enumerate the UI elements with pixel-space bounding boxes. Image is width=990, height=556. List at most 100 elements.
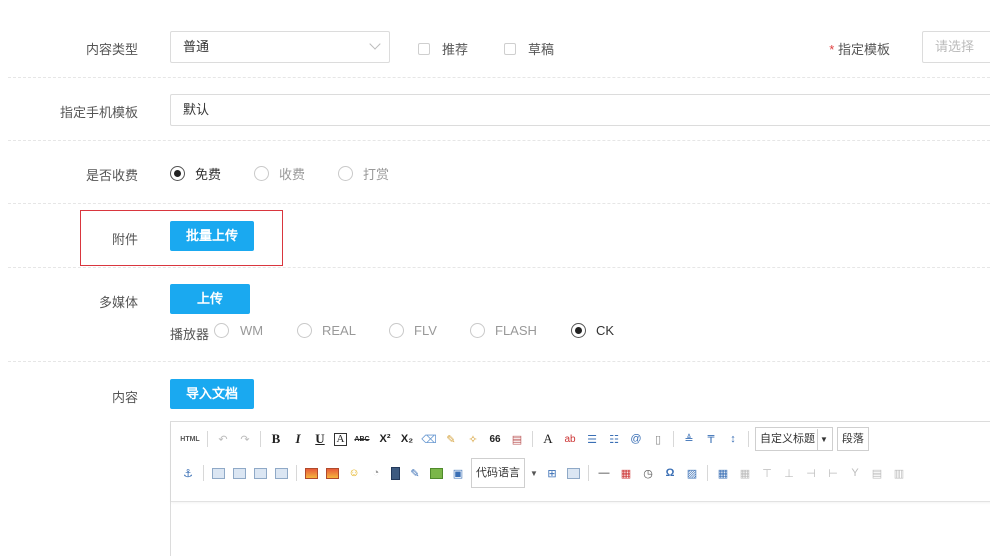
insert-row-icon[interactable]: ⊥ (781, 465, 797, 481)
delete-row-icon[interactable]: ⊣ (803, 465, 819, 481)
snapscreen-icon[interactable]: ▨ (684, 465, 700, 481)
line-height-icon[interactable]: ↕ (725, 431, 741, 447)
chevron-down-icon (369, 38, 381, 50)
insert-frame-icon[interactable]: ▣ (450, 465, 466, 481)
draft-checkbox[interactable]: 草稿 (504, 39, 554, 58)
scrawl-icon[interactable]: ◔ (368, 465, 384, 481)
page-icon[interactable]: ▯ (650, 431, 666, 447)
align-justify-icon[interactable] (275, 467, 288, 479)
toolbar-row-1: HTML ↶ ↷ B I U A ABC X² X₂ ⌫ ✎ ✧ 66 ▤ A … (177, 427, 871, 451)
charge-option-tip[interactable]: 打赏 (338, 164, 389, 183)
paragraph-label: 段落 (841, 433, 864, 445)
rich-text-editor[interactable]: HTML ↶ ↷ B I U A ABC X² X₂ ⌫ ✎ ✧ 66 ▤ A … (170, 421, 990, 556)
player-option-label: FLASH (495, 323, 537, 338)
align-center-icon[interactable] (233, 467, 246, 479)
toolbar-separator (588, 465, 589, 481)
align-left-icon[interactable] (212, 467, 225, 479)
special-chars-button[interactable]: Ω (662, 465, 678, 481)
template-icon[interactable] (567, 467, 580, 479)
content-type-select[interactable]: 普通 (170, 31, 390, 63)
magic-wand-icon[interactable]: ✧ (465, 431, 481, 447)
batch-upload-button[interactable]: 批量上传 (170, 221, 254, 251)
insert-video-icon[interactable] (391, 466, 400, 480)
charge-row (8, 141, 990, 204)
format-brush-icon[interactable]: ✎ (443, 431, 459, 447)
insert-image-icon[interactable] (305, 467, 318, 479)
insert-multi-image-icon[interactable] (326, 467, 339, 479)
mobile-template-label: 指定手机模板 (59, 105, 138, 120)
template-select[interactable]: 请选择 (922, 31, 990, 63)
recommend-checkbox[interactable]: 推荐 (418, 39, 468, 58)
subscript-button[interactable]: X₂ (399, 431, 415, 447)
font-color-button[interactable]: A (540, 431, 556, 447)
paragraph-dropdown[interactable]: 段落 (836, 427, 869, 451)
time-icon[interactable]: ◷ (640, 465, 656, 481)
content-type-label: 内容类型 (85, 42, 138, 57)
radio-icon (254, 166, 269, 181)
highlight-color-icon[interactable]: ab (562, 431, 578, 447)
attachment-icon[interactable]: ✎ (407, 465, 423, 481)
player-label: 播放器 (170, 327, 210, 342)
strikethrough-button[interactable]: ABC (353, 431, 371, 447)
radio-icon (338, 166, 353, 181)
template-label: * 指定模板 (760, 39, 890, 58)
date-icon[interactable]: ▦ (618, 465, 634, 481)
content-type-value: 普通 (183, 39, 210, 54)
toolbar-separator (296, 465, 297, 481)
mobile-template-value: 默认 (183, 102, 210, 117)
anchor-icon[interactable]: ⚓ (180, 465, 196, 481)
font-border-button[interactable]: A (334, 432, 347, 446)
undo-icon[interactable]: ↶ (215, 431, 231, 447)
blockquote-button[interactable]: 66 (487, 431, 503, 447)
unordered-list-icon[interactable]: ☷ (606, 431, 622, 447)
horizontal-rule-button[interactable]: — (596, 465, 612, 481)
radio-icon (297, 323, 312, 338)
delete-table-icon[interactable]: ▦ (737, 465, 753, 481)
delete-col-icon[interactable]: Y (847, 465, 863, 481)
player-option-label: WM (240, 323, 264, 338)
emoticon-icon[interactable]: ☺ (346, 465, 362, 481)
toolbar-separator (207, 431, 208, 447)
dropdown-arrow-icon[interactable]: ▼ (530, 465, 538, 481)
player-option-flv[interactable]: FLV (389, 323, 437, 338)
underline-button[interactable]: U (312, 431, 328, 447)
code-language-dropdown[interactable]: 代码语言 (471, 458, 525, 488)
toolbar-row-2: ⚓ ☺ ◔ ✎ ▣ 代码语言 ▼ ⊞ — ▦ ◷ Ω ▨ ▦ ▦ ⊤ ⊥ ⊣ ⊢… (177, 458, 910, 488)
media-upload-button[interactable]: 上传 (170, 284, 250, 314)
redo-icon[interactable]: ↷ (237, 431, 253, 447)
map-icon[interactable] (430, 467, 443, 479)
row-spacing-bottom-icon[interactable]: ₸ (703, 431, 719, 447)
align-right-icon[interactable] (254, 467, 267, 479)
row-spacing-top-icon[interactable]: ≜ (681, 431, 697, 447)
toolbar-separator (260, 431, 261, 447)
charge-option-label: 免费 (195, 167, 222, 182)
custom-heading-dropdown[interactable]: 自定义标题 ▼ (755, 427, 833, 451)
page-break-icon[interactable]: ⊞ (544, 465, 560, 481)
player-option-real[interactable]: REAL (297, 323, 356, 338)
italic-button[interactable]: I (290, 431, 306, 447)
eraser-icon[interactable]: ⌫ (421, 431, 437, 447)
charge-option-paid[interactable]: 收费 (254, 164, 305, 183)
editor-content-area[interactable] (171, 502, 990, 556)
template-placeholder: 请选择 (935, 39, 975, 54)
mobile-template-input[interactable]: 默认 (170, 94, 990, 126)
insert-paragraph-before-table-icon[interactable]: ⊤ (759, 465, 775, 481)
bold-button[interactable]: B (268, 431, 284, 447)
paste-text-icon[interactable]: ▤ (509, 431, 525, 447)
radio-icon (214, 323, 229, 338)
html-source-button[interactable]: HTML (180, 431, 200, 447)
merge-cells-icon[interactable]: ▤ (869, 465, 885, 481)
merge-right-icon[interactable]: ▥ (891, 465, 907, 481)
link-icon[interactable]: @ (628, 431, 644, 447)
superscript-button[interactable]: X² (377, 431, 393, 447)
player-option-flash[interactable]: FLASH (470, 323, 537, 338)
player-option-wm[interactable]: WM (214, 323, 263, 338)
content-label: 内容 (111, 390, 138, 405)
charge-option-free[interactable]: 免费 (170, 164, 221, 183)
insert-col-icon[interactable]: ⊢ (825, 465, 841, 481)
insert-table-icon[interactable]: ▦ (715, 465, 731, 481)
ordered-list-icon[interactable]: ☰ (584, 431, 600, 447)
player-option-ck[interactable]: CK (571, 323, 614, 338)
import-document-button[interactable]: 导入文档 (170, 379, 254, 409)
checkbox-icon (504, 42, 516, 55)
